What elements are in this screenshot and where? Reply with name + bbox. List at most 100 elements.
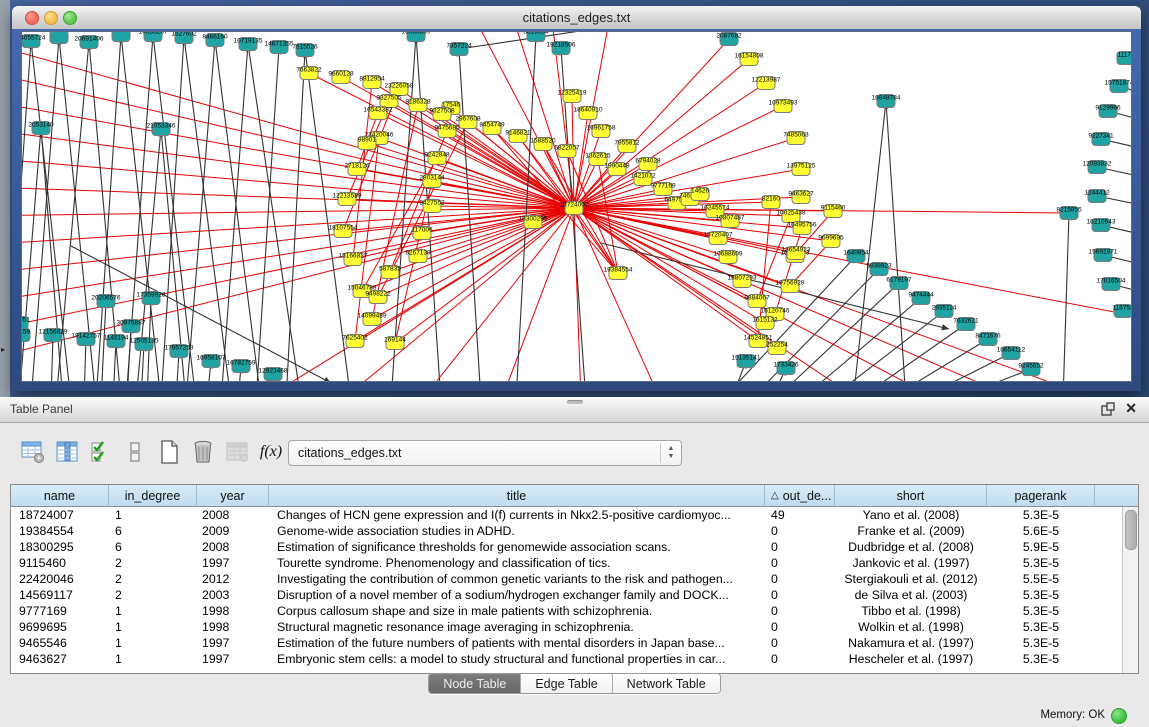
table-scrollbar[interactable]: [1122, 507, 1138, 673]
graph-node[interactable]: 82160: [762, 196, 780, 209]
graph-node[interactable]: 12505135: [130, 338, 159, 351]
graph-node[interactable]: 16782759: [227, 360, 256, 373]
table-row[interactable]: 977716911998Corpus callosum shape and si…: [11, 603, 1122, 619]
table-selector-dropdown[interactable]: citations_edges.txt ▲▼: [288, 440, 682, 466]
table-row[interactable]: 946362711997Embryonic stem cells: a mode…: [11, 651, 1122, 667]
graph-node[interactable]: 10688609: [714, 251, 743, 264]
graph-node[interactable]: 9327508: [429, 108, 455, 121]
show-columns-icon[interactable]: [52, 437, 82, 467]
graph-node[interactable]: 1527602: [171, 32, 197, 44]
graph-node[interactable]: 169144: [384, 337, 406, 350]
graph-node[interactable]: 1615132: [752, 317, 778, 330]
graph-node[interactable]: 1145194: [104, 335, 129, 348]
graph-node[interactable]: [50, 32, 68, 44]
graph-node[interactable]: 9129966: [1095, 105, 1121, 118]
graph-node[interactable]: 8427552: [419, 200, 445, 213]
graph-node[interactable]: 15692971: [1089, 249, 1118, 262]
table-row[interactable]: 1456911722003Disruption of a novel membe…: [11, 587, 1122, 603]
graph-node[interactable]: 9699695: [818, 235, 844, 248]
graph-node[interactable]: 2053140: [28, 122, 54, 135]
table-header-row[interactable]: namein_degreeyeartitle△out_de...shortpag…: [11, 485, 1138, 507]
graph-node[interactable]: 20206576: [92, 295, 121, 308]
graph-node[interactable]: 252254: [766, 342, 788, 355]
network-canvas[interactable]: 2405572420691406106552871527602846616010…: [21, 31, 1132, 382]
graph-node[interactable]: 587835: [379, 266, 401, 279]
graph-node[interactable]: 16495756: [788, 222, 817, 235]
graph-node[interactable]: 16648784: [872, 95, 901, 108]
graph-node[interactable]: 20691406: [75, 36, 104, 49]
table-row[interactable]: 1830029562008Estimation of significance …: [11, 539, 1122, 555]
graph-node[interactable]: 5938923: [866, 263, 892, 276]
graph-node[interactable]: 12923468: [259, 368, 288, 381]
graph-node[interactable]: 8813054: [523, 32, 549, 42]
graph-node[interactable]: 9463627: [788, 191, 814, 204]
table-row[interactable]: 1938455462009Genome-wide association stu…: [11, 523, 1122, 539]
graph-node[interactable]: [112, 32, 130, 42]
graph-node[interactable]: 30975887: [117, 320, 146, 333]
graph-node[interactable]: 17016504: [1097, 278, 1126, 291]
column-header-pagerank[interactable]: pagerank: [987, 485, 1095, 506]
graph-node[interactable]: 7357224: [446, 43, 472, 56]
graph-node[interactable]: 10807487: [716, 215, 745, 228]
table-panel-header[interactable]: Table Panel ✕: [0, 397, 1149, 423]
table-body[interactable]: 1872400712008Changes of HCN gene express…: [11, 507, 1122, 673]
table-row[interactable]: 2242004622012Investigating the contribut…: [11, 571, 1122, 587]
column-header-title[interactable]: title: [269, 485, 765, 506]
graph-node[interactable]: 8454749: [479, 122, 505, 135]
column-header-year[interactable]: year: [197, 485, 269, 506]
clear-selection-icon[interactable]: [120, 437, 150, 467]
float-window-icon[interactable]: [1101, 402, 1115, 416]
panel-resize-grip[interactable]: [567, 400, 583, 404]
graph-node[interactable]: 7625402: [342, 335, 368, 348]
graph-node[interactable]: 8466160: [202, 34, 228, 47]
graph-node[interactable]: 9227341: [1088, 133, 1114, 146]
graph-node[interactable]: 39159: [22, 329, 30, 342]
table-options-icon[interactable]: [18, 437, 48, 467]
graph-node[interactable]: 9242848: [424, 152, 450, 165]
function-builder-icon[interactable]: f(x): [256, 437, 286, 467]
graph-node[interactable]: 15166827: [339, 253, 368, 266]
graph-node[interactable]: 16210643: [1087, 219, 1116, 232]
citation-network-graph[interactable]: 2405572420691406106552871527602846616010…: [22, 32, 1131, 381]
graph-node[interactable]: 1640954: [843, 250, 869, 263]
graph-node[interactable]: 8471676: [975, 333, 1001, 346]
graph-node[interactable]: 16154808: [735, 53, 764, 66]
graph-node[interactable]: 9474444: [908, 292, 934, 305]
tab-edge-table[interactable]: Edge Table: [520, 674, 611, 693]
graph-node[interactable]: 117006: [411, 227, 433, 240]
graph-node[interactable]: 16958107: [197, 355, 226, 368]
graph-node[interactable]: 18640910: [574, 107, 603, 120]
column-header-in-degree[interactable]: in_degree: [109, 485, 197, 506]
graph-node[interactable]: 9498222: [365, 291, 391, 304]
graph-node[interactable]: 9146821: [505, 130, 531, 143]
graph-node[interactable]: 14626: [691, 188, 709, 201]
graph-node[interactable]: 16961758: [587, 125, 616, 138]
graph-node[interactable]: 8267130: [405, 250, 431, 263]
graph-node[interactable]: 9115460: [821, 205, 846, 218]
graph-node[interactable]: 10719135: [234, 38, 263, 51]
graph-node[interactable]: 7515526: [292, 44, 318, 57]
close-panel-icon[interactable]: ✕: [1125, 400, 1137, 417]
column-header-out-de-[interactable]: △out_de...: [765, 485, 835, 506]
graph-node[interactable]: 8215955: [1056, 207, 1082, 220]
graph-node[interactable]: 13975125: [787, 163, 816, 176]
tab-network-table[interactable]: Network Table: [612, 674, 720, 693]
graph-node[interactable]: 1733426: [773, 362, 799, 375]
table-row[interactable]: 1872400712008Changes of HCN gene express…: [11, 507, 1122, 523]
table-row[interactable]: 969969511998Structural magnetic resonanc…: [11, 619, 1122, 635]
graph-node[interactable]: 14671355: [265, 41, 294, 54]
graph-node[interactable]: 7955812: [614, 140, 640, 153]
graph-node[interactable]: 19384554: [604, 267, 633, 280]
graph-node[interactable]: 9245652: [1018, 363, 1044, 376]
graph-node[interactable]: 14099489: [358, 313, 387, 326]
import-table-disabled-icon[interactable]: [222, 437, 252, 467]
graph-node[interactable]: 12213987: [752, 77, 781, 90]
graph-node[interactable]: 1244412: [1084, 190, 1110, 203]
graph-node[interactable]: 7663822: [296, 67, 322, 80]
graph-node[interactable]: 9884067: [744, 295, 770, 308]
graph-node[interactable]: 2935114: [932, 305, 957, 318]
tab-node-table[interactable]: Node Table: [429, 674, 520, 693]
graph-node[interactable]: 17359928: [137, 292, 166, 305]
graph-node[interactable]: 9475685: [434, 125, 460, 138]
graph-node[interactable]: 7632621: [953, 318, 979, 331]
